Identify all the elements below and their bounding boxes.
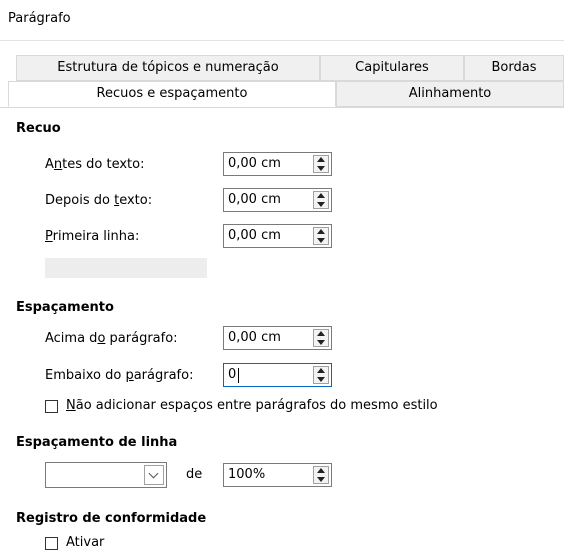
spin-down-button[interactable] [314,475,328,483]
section-title-registro: Registro de conformidade [16,511,207,526]
label-antes-do-texto: Antes do texto: [45,157,145,172]
section-title-recuo: Recuo [16,121,61,136]
label-primeira-linha: Primeira linha: [45,229,140,244]
label-ativar: Ativar [66,535,105,550]
spin-buttons[interactable] [313,227,329,245]
line-spacing-value: 100% [228,467,266,482]
line-spacing-value-spinbox[interactable]: 100% [223,463,332,487]
tab-alignment[interactable]: Alinhamento [336,81,564,107]
spin-down-button[interactable] [314,338,328,346]
primeira-linha-spinbox[interactable]: 0,00 cm [223,224,332,248]
acima-do-paragrafo-spinbox[interactable]: 0,00 cm [223,326,332,350]
chevron-down-icon [148,468,159,479]
spin-up-button[interactable] [314,330,328,338]
dialog-title: Parágrafo [8,11,71,26]
section-title-espacamento: Espaçamento [16,300,114,315]
ativar-registro-checkbox[interactable] [45,537,58,550]
spin-buttons[interactable] [313,329,329,347]
arrow-down-icon [317,340,325,345]
label-depois-do-texto: Depois do texto: [45,193,153,208]
label-nao-adicionar-espacos: Não adicionar espaços entre parágrafos d… [66,398,438,413]
antes-do-texto-value: 0,00 cm [228,156,281,171]
spin-buttons[interactable] [313,366,329,384]
depois-do-texto-value: 0,00 cm [228,192,281,207]
arrow-down-icon [317,202,325,207]
tab-outline-numbering[interactable]: Estrutura de tópicos e numeração [16,55,320,81]
tab-drop-caps[interactable]: Capitulares [320,55,464,81]
arrow-up-icon [317,331,325,336]
dialog-titlebar: Parágrafo [0,0,564,41]
text-caret [238,368,239,383]
spin-down-button[interactable] [314,375,328,383]
primeira-linha-value: 0,00 cm [228,228,281,243]
acima-do-paragrafo-value: 0,00 cm [228,330,281,345]
spin-up-button[interactable] [314,367,328,375]
arrow-down-icon [317,477,325,482]
arrow-up-icon [317,229,325,234]
arrow-up-icon [317,368,325,373]
spin-down-button[interactable] [314,200,328,208]
label-acima-do-paragrafo: Acima do parágrafo: [45,331,178,346]
label-embaixo-do-paragrafo: Embaixo do parágrafo: [45,368,194,383]
arrow-down-icon [317,377,325,382]
depois-do-texto-spinbox[interactable]: 0,00 cm [223,188,332,212]
tab-bar: Estrutura de tópicos e numeração Capitul… [0,55,564,107]
tab-borders[interactable]: Bordas [464,55,564,81]
embaixo-do-paragrafo-spinbox[interactable]: 0 [223,363,332,387]
arrow-up-icon [317,468,325,473]
embaixo-do-paragrafo-value: 0 [228,367,237,382]
arrow-down-icon [317,166,325,171]
arrow-down-icon [317,238,325,243]
spin-buttons[interactable] [313,466,329,484]
arrow-up-icon [317,193,325,198]
line-spacing-dropdown[interactable] [45,462,167,488]
spin-buttons[interactable] [313,191,329,209]
spin-up-button[interactable] [314,228,328,236]
tab-indents-spacing[interactable]: Recuos e espaçamento [8,81,336,107]
nao-adicionar-espacos-checkbox[interactable] [45,400,58,413]
spin-up-button[interactable] [314,467,328,475]
automatic-checkbox-placeholder [45,258,207,278]
spin-up-button[interactable] [314,156,328,164]
spin-up-button[interactable] [314,192,328,200]
spin-down-button[interactable] [314,164,328,172]
spin-down-button[interactable] [314,236,328,244]
label-de: de [186,467,203,482]
spin-buttons[interactable] [313,155,329,173]
section-title-espacamento-linha: Espaçamento de linha [16,435,178,450]
arrow-up-icon [317,157,325,162]
antes-do-texto-spinbox[interactable]: 0,00 cm [223,152,332,176]
dropdown-button[interactable] [144,465,164,485]
